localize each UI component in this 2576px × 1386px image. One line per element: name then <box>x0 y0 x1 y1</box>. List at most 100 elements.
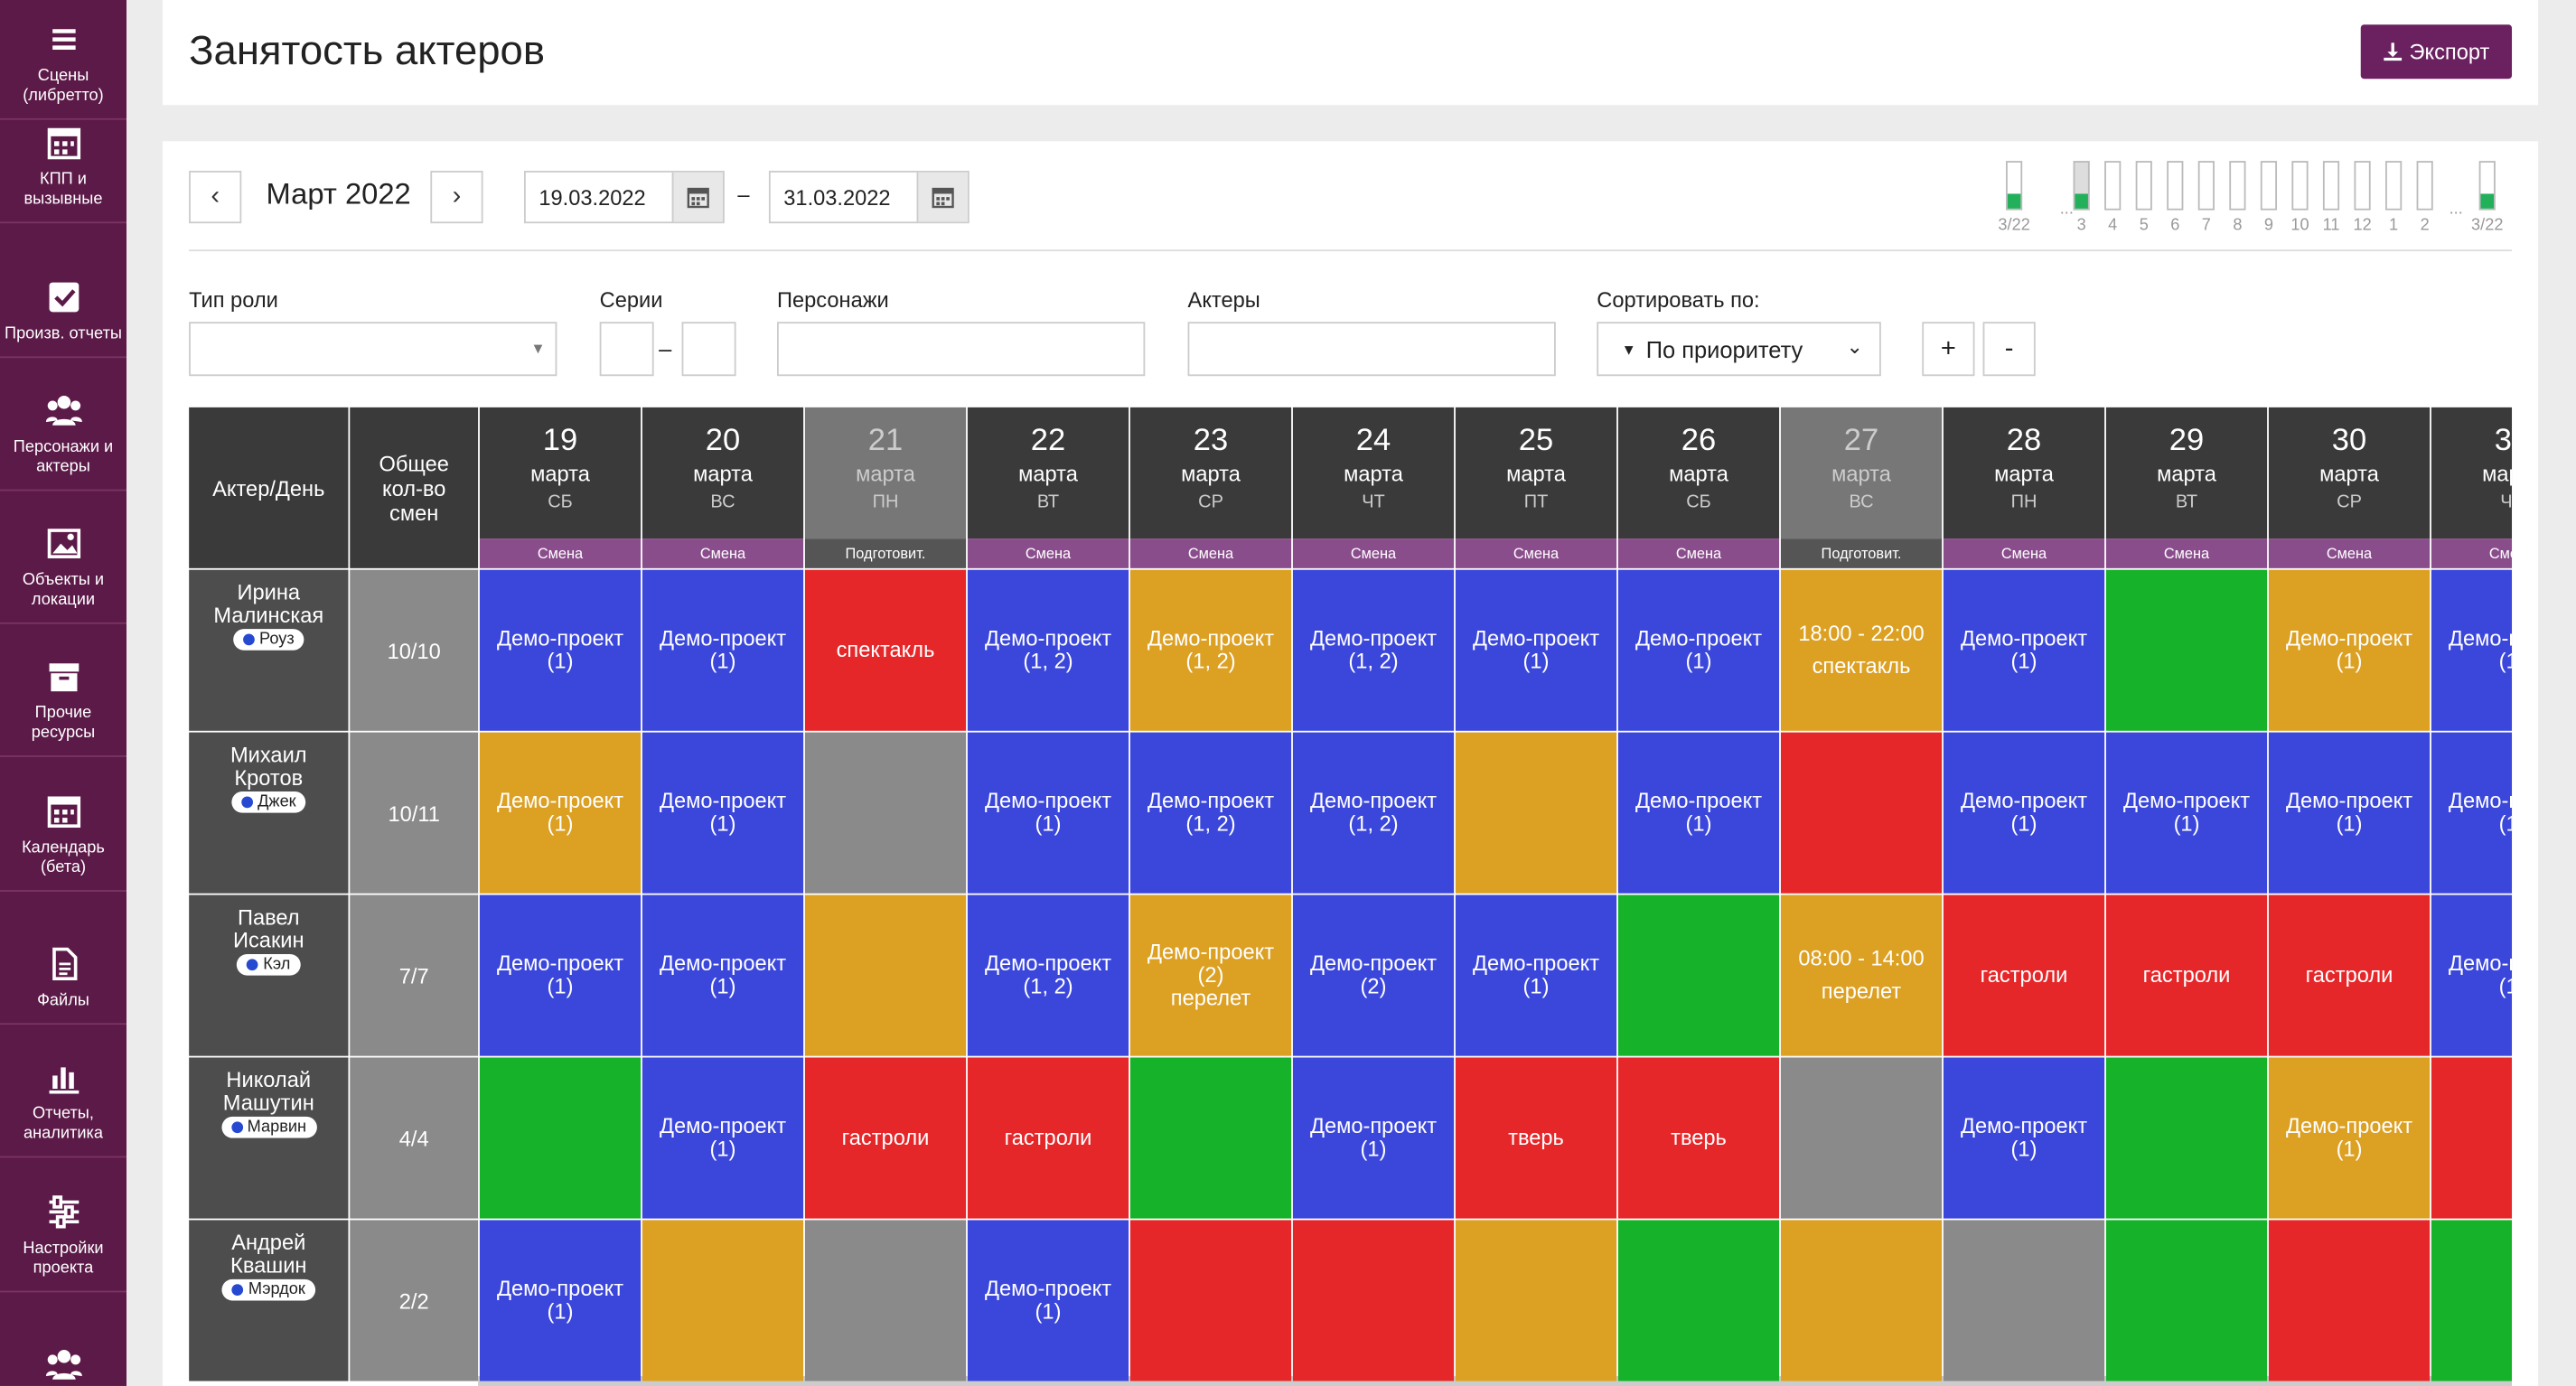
timeline-bar[interactable] <box>2291 161 2309 211</box>
schedule-cell[interactable]: Демо-проект(1) <box>1943 569 2105 731</box>
schedule-cell[interactable]: тверь <box>1455 1057 1617 1219</box>
next-month-button[interactable]: › <box>430 171 483 224</box>
sidebar-item-6[interactable]: Прочие ресурсы <box>0 624 127 757</box>
schedule-cell[interactable]: Демо-проект(1) <box>2431 569 2513 731</box>
schedule-cell[interactable]: Демо-проект (1, 2) <box>1292 732 1455 894</box>
schedule-cell[interactable]: гастроли <box>2268 894 2431 1056</box>
schedule-cell[interactable]: Демо-проект(1) <box>967 732 1129 894</box>
schedule-cell[interactable] <box>1780 732 1943 894</box>
schedule-cell[interactable]: Демо-проект(1) <box>642 894 804 1056</box>
schedule-cell[interactable]: Демо-проект(1) <box>2105 732 2268 894</box>
schedule-cell[interactable]: Демо-проект (1, 2) <box>967 569 1129 731</box>
schedule-cell[interactable] <box>479 1057 642 1219</box>
schedule-cell[interactable]: спектакль <box>804 569 967 731</box>
schedule-cell[interactable] <box>1780 1220 1943 1381</box>
schedule-cell[interactable]: Демо-проект(1) <box>642 569 804 731</box>
schedule-cell[interactable] <box>804 894 967 1056</box>
timeline-bar[interactable] <box>2416 161 2433 211</box>
schedule-cell[interactable] <box>804 732 967 894</box>
schedule-cell[interactable]: 08:00 - 14:00 перелет <box>1780 894 1943 1056</box>
timeline-bar[interactable] <box>2006 161 2023 211</box>
schedule-cell[interactable] <box>2105 569 2268 731</box>
sidebar-item-3[interactable]: Произв. отчеты <box>0 225 127 359</box>
schedule-cell[interactable]: Демо-проект (1, 2) <box>967 894 1129 1056</box>
schedule-cell[interactable]: гастроли <box>1943 894 2105 1056</box>
timeline-bar[interactable] <box>2135 161 2152 211</box>
timeline-bar[interactable] <box>2197 161 2215 211</box>
actor-cell[interactable]: Павел Исакин Кэл <box>189 894 349 1056</box>
date-to-field[interactable]: 31.03.2022 <box>768 171 970 224</box>
series-to-input[interactable] <box>681 322 736 377</box>
schedule-cell[interactable]: Демо-проект(1) <box>479 569 642 731</box>
day-header[interactable]: 31марта ЧТ <box>2431 407 2513 539</box>
schedule-cell[interactable] <box>1292 1220 1455 1381</box>
schedule-cell[interactable]: Демо-проект(1) <box>2431 732 2513 894</box>
timeline-bar[interactable] <box>2478 161 2496 211</box>
schedule-cell[interactable]: 18:00 - 22:00 спектакль <box>1780 569 1943 731</box>
schedule-cell[interactable] <box>2268 1220 2431 1381</box>
schedule-cell[interactable] <box>1455 1220 1617 1381</box>
schedule-cell[interactable]: Демо-проект(1) <box>642 732 804 894</box>
schedule-cell[interactable]: Демо-проект(1) <box>1455 569 1617 731</box>
timeline-bar[interactable] <box>2167 161 2184 211</box>
sort-select[interactable]: ▼ По приоритету ⌄ <box>1597 322 1881 377</box>
schedule-cell[interactable]: Демо-проект (1, 2) <box>1129 569 1292 731</box>
schedule-cell[interactable]: гастроли <box>967 1057 1129 1219</box>
schedule-cell[interactable] <box>2431 1220 2513 1381</box>
schedule-cell[interactable]: Демо-проект(1) <box>642 1057 804 1219</box>
actor-cell[interactable]: Михаил Кротов Джек <box>189 732 349 894</box>
schedule-cell[interactable]: Демо-проект(1) <box>967 1220 1129 1381</box>
schedule-cell[interactable] <box>1617 894 1780 1056</box>
timeline-bar[interactable] <box>2354 161 2371 211</box>
timeline-bar[interactable] <box>2229 161 2246 211</box>
schedule-cell[interactable]: Демо-проект(1) <box>2268 1057 2431 1219</box>
schedule-cell[interactable]: Демо-проект(1) <box>479 732 642 894</box>
day-header[interactable]: 29 марта ВТ <box>2105 407 2268 539</box>
schedule-cell[interactable]: Демо-проект(1) <box>479 894 642 1056</box>
schedule-cell[interactable]: Демо-проект (1, 2) <box>1129 732 1292 894</box>
actor-cell[interactable]: Ирина Малинская Роуз <box>189 569 349 731</box>
mini-timeline[interactable]: 3/22... 3 4 5 6 7 8 9 10 11 12 1 2... 3/22 <box>1998 155 2518 245</box>
timeline-bar[interactable] <box>2322 161 2340 211</box>
schedule-cell[interactable]: Демо-проект(1) <box>1455 894 1617 1056</box>
schedule-cell[interactable]: гастроли <box>2105 894 2268 1056</box>
timeline-bar[interactable] <box>2260 161 2278 211</box>
schedule-cell[interactable] <box>1455 732 1617 894</box>
timeline-bar[interactable] <box>2073 161 2090 211</box>
day-header[interactable]: 25 марта ПТ <box>1455 407 1617 539</box>
prev-month-button[interactable]: ‹ <box>189 171 242 224</box>
schedule-cell[interactable]: Демо-проект(1) <box>2431 894 2513 1056</box>
sidebar-item-11[interactable]: Пользователи и <box>0 1292 126 1386</box>
actors-input[interactable] <box>1187 322 1556 377</box>
sidebar-item-9[interactable]: Отчеты, аналитика <box>0 1025 127 1158</box>
sidebar-item-4[interactable]: Персонажи и актеры <box>0 358 127 492</box>
schedule-cell[interactable]: гастроли <box>804 1057 967 1219</box>
actor-cell[interactable]: Андрей Квашин Мэрдок <box>189 1220 349 1381</box>
calendar-icon[interactable] <box>671 172 724 222</box>
day-header[interactable]: 27 марта ВС <box>1780 407 1943 539</box>
sidebar-item-8[interactable]: Файлы <box>0 892 127 1025</box>
schedule-cell[interactable]: Демо-проект (2) <box>1292 894 1455 1056</box>
timeline-bar[interactable] <box>2385 161 2403 211</box>
zoom-in-button[interactable]: + <box>1922 322 1975 377</box>
schedule-cell[interactable]: Демо-проект (2) перелет <box>1129 894 1292 1056</box>
zoom-out-button[interactable]: - <box>1982 322 2036 377</box>
series-from-input[interactable] <box>599 322 654 377</box>
schedule-cell[interactable]: Демо-проект(1) <box>1292 1057 1455 1219</box>
schedule-cell[interactable] <box>642 1220 804 1381</box>
sidebar-item-5[interactable]: Объекты и локации <box>0 491 127 624</box>
schedule-cell[interactable] <box>2105 1220 2268 1381</box>
day-header[interactable]: 26 марта СБ <box>1617 407 1780 539</box>
day-header[interactable]: 19 марта СБ <box>479 407 642 539</box>
day-header[interactable]: 22 марта ВТ <box>967 407 1129 539</box>
date-from-field[interactable]: 19.03.2022 <box>524 171 725 224</box>
sidebar-item-10[interactable]: Настройки проекта <box>0 1159 127 1293</box>
actor-cell[interactable]: Николай Машутин Марвин <box>189 1057 349 1219</box>
schedule-cell[interactable] <box>1129 1057 1292 1219</box>
schedule-cell[interactable]: Демо-проект(1) <box>1943 1057 2105 1219</box>
schedule-cell[interactable] <box>1129 1220 1292 1381</box>
role-type-select[interactable]: ▼ <box>189 322 557 377</box>
export-button[interactable]: Экспорт <box>2360 24 2513 80</box>
schedule-cell[interactable]: Демо-проект (1, 2) <box>1292 569 1455 731</box>
day-header[interactable]: 21 марта ПН <box>804 407 967 539</box>
